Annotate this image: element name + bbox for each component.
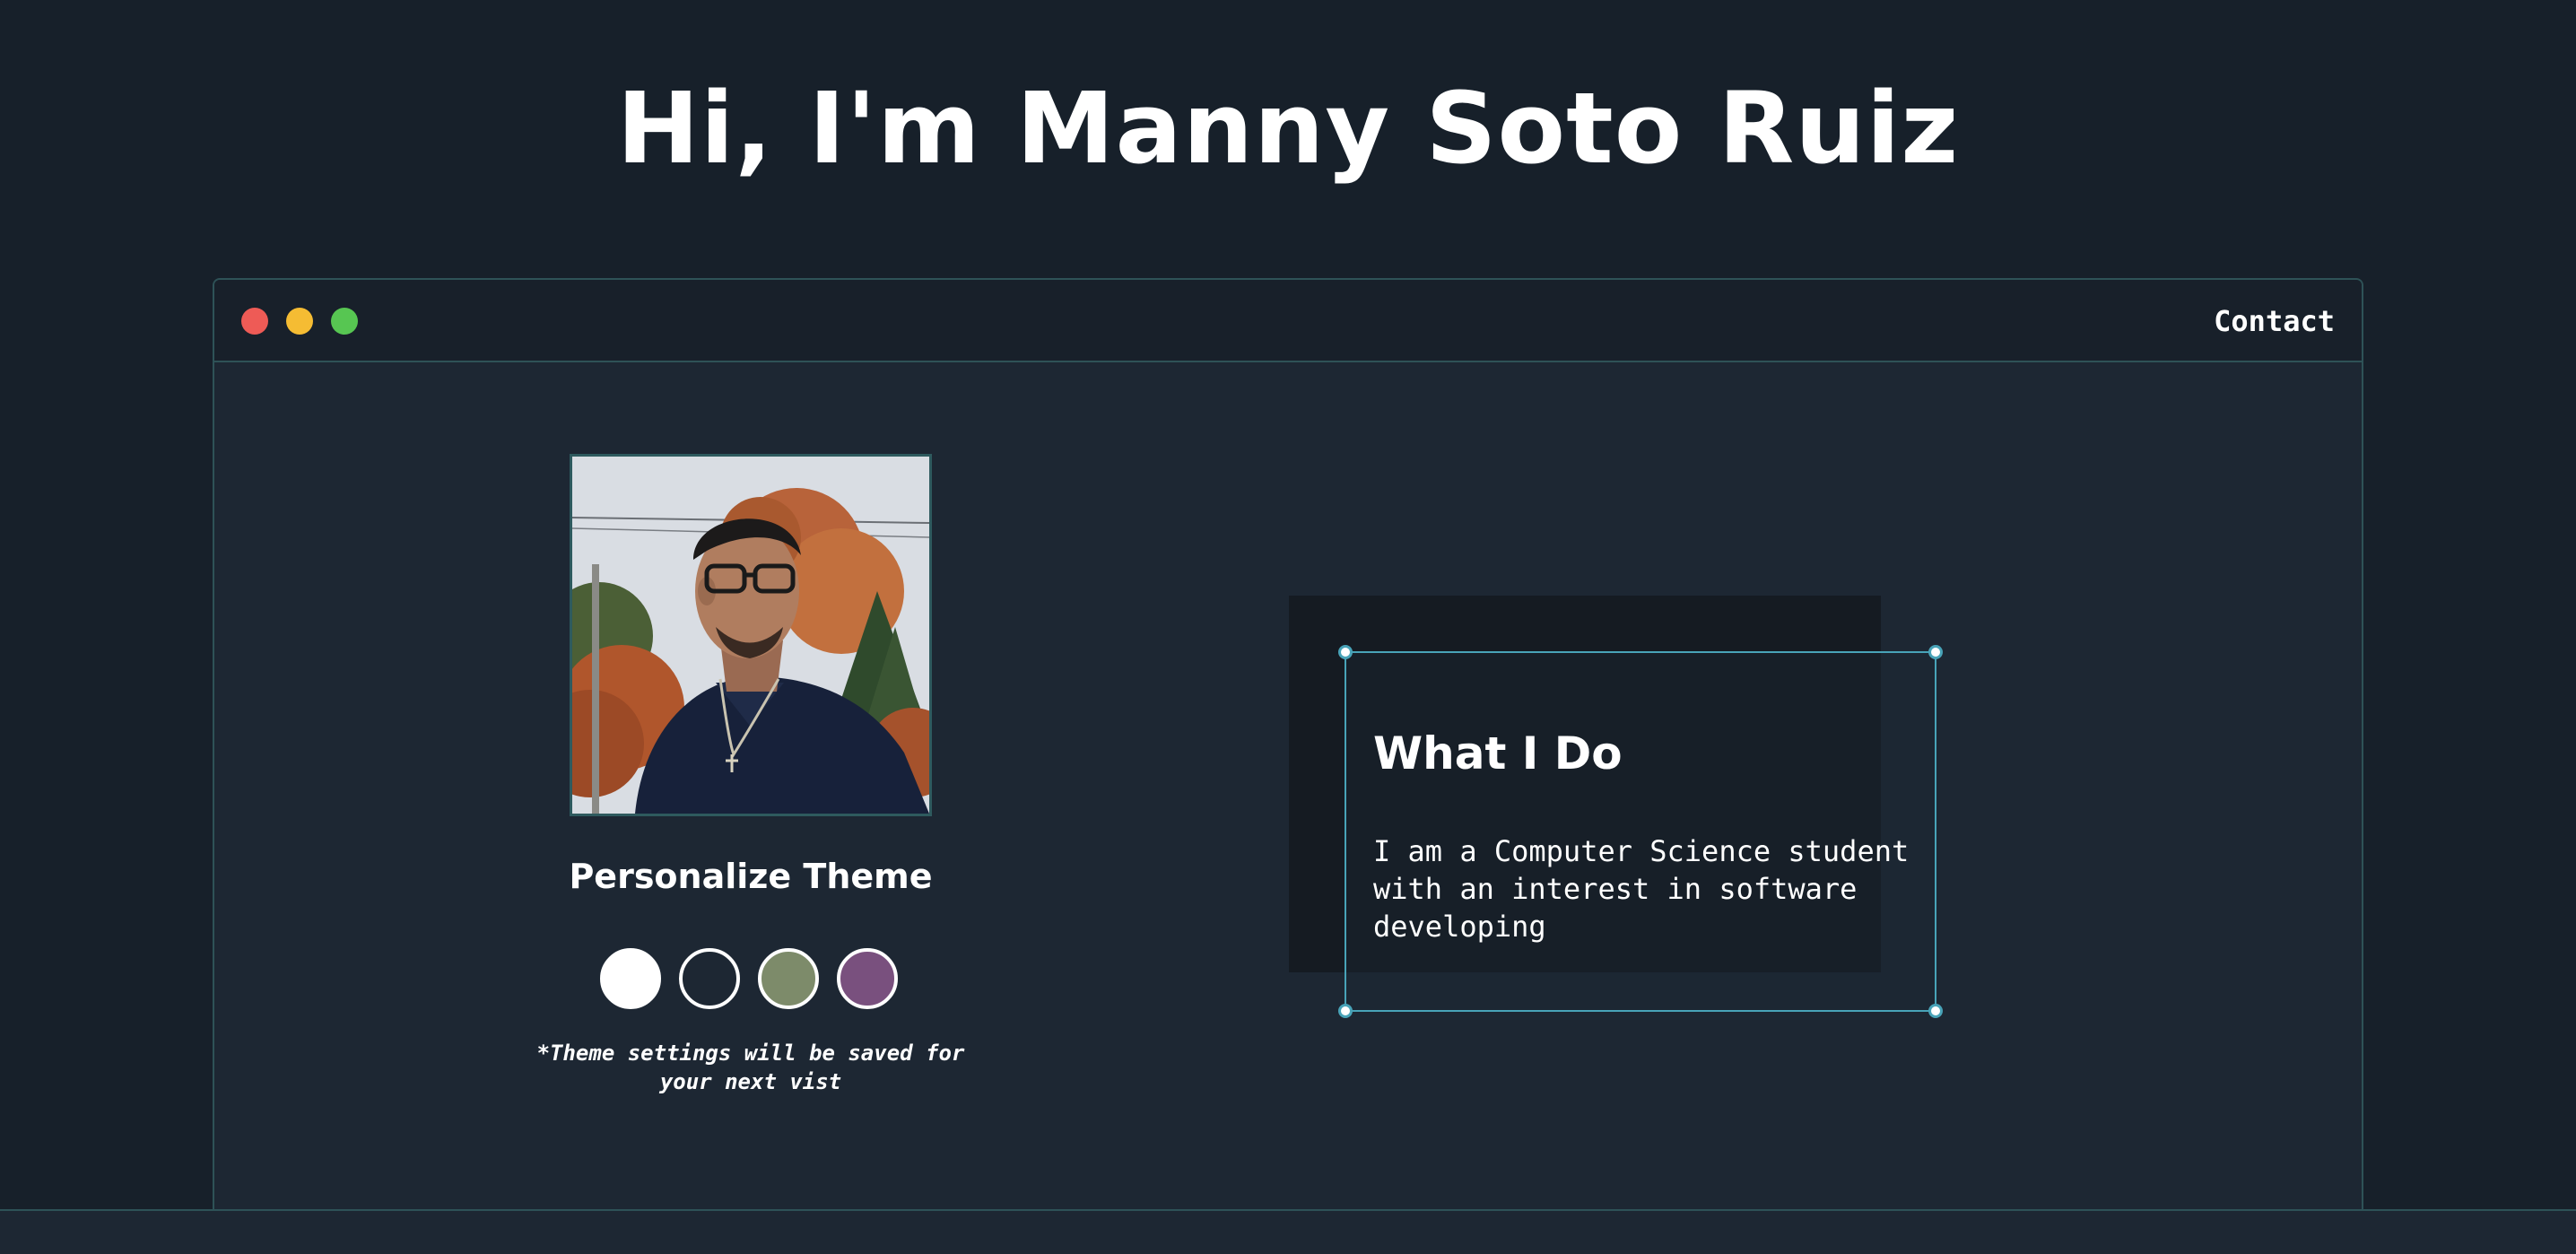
footer-bar (0, 1209, 2576, 1254)
theme-note: *Theme settings will be saved for your n… (536, 1041, 965, 1094)
theme-swatches (600, 948, 905, 1011)
about-title: What I Do (1373, 727, 1623, 779)
resize-handle-top-right[interactable] (1928, 645, 1943, 659)
resize-handle-bottom-left[interactable] (1338, 1004, 1353, 1018)
theme-swatch-purple[interactable] (837, 948, 898, 1009)
profile-photo (570, 454, 932, 816)
minimize-window-button[interactable] (286, 308, 313, 335)
window-titlebar: Contact (214, 280, 2362, 362)
maximize-window-button[interactable] (331, 308, 358, 335)
contact-link[interactable]: Contact (2214, 301, 2335, 341)
theme-swatch-light[interactable] (600, 948, 661, 1009)
page-title: Hi, I'm Manny Soto Ruiz (616, 71, 1960, 186)
browser-window: Contact Personalize Theme *Theme setting… (213, 278, 2363, 1254)
profile-photo-illustration (572, 457, 929, 814)
resize-handle-bottom-right[interactable] (1928, 1004, 1943, 1018)
about-text: I am a Computer Science student with an … (1373, 834, 1910, 944)
theme-swatch-dark[interactable] (679, 948, 740, 1009)
theme-heading: Personalize Theme (569, 857, 933, 896)
resize-handle-top-left[interactable] (1338, 645, 1353, 659)
theme-swatch-green[interactable] (758, 948, 819, 1009)
close-window-button[interactable] (241, 308, 268, 335)
about-card: What I Do I am a Computer Science studen… (1338, 645, 1943, 1018)
